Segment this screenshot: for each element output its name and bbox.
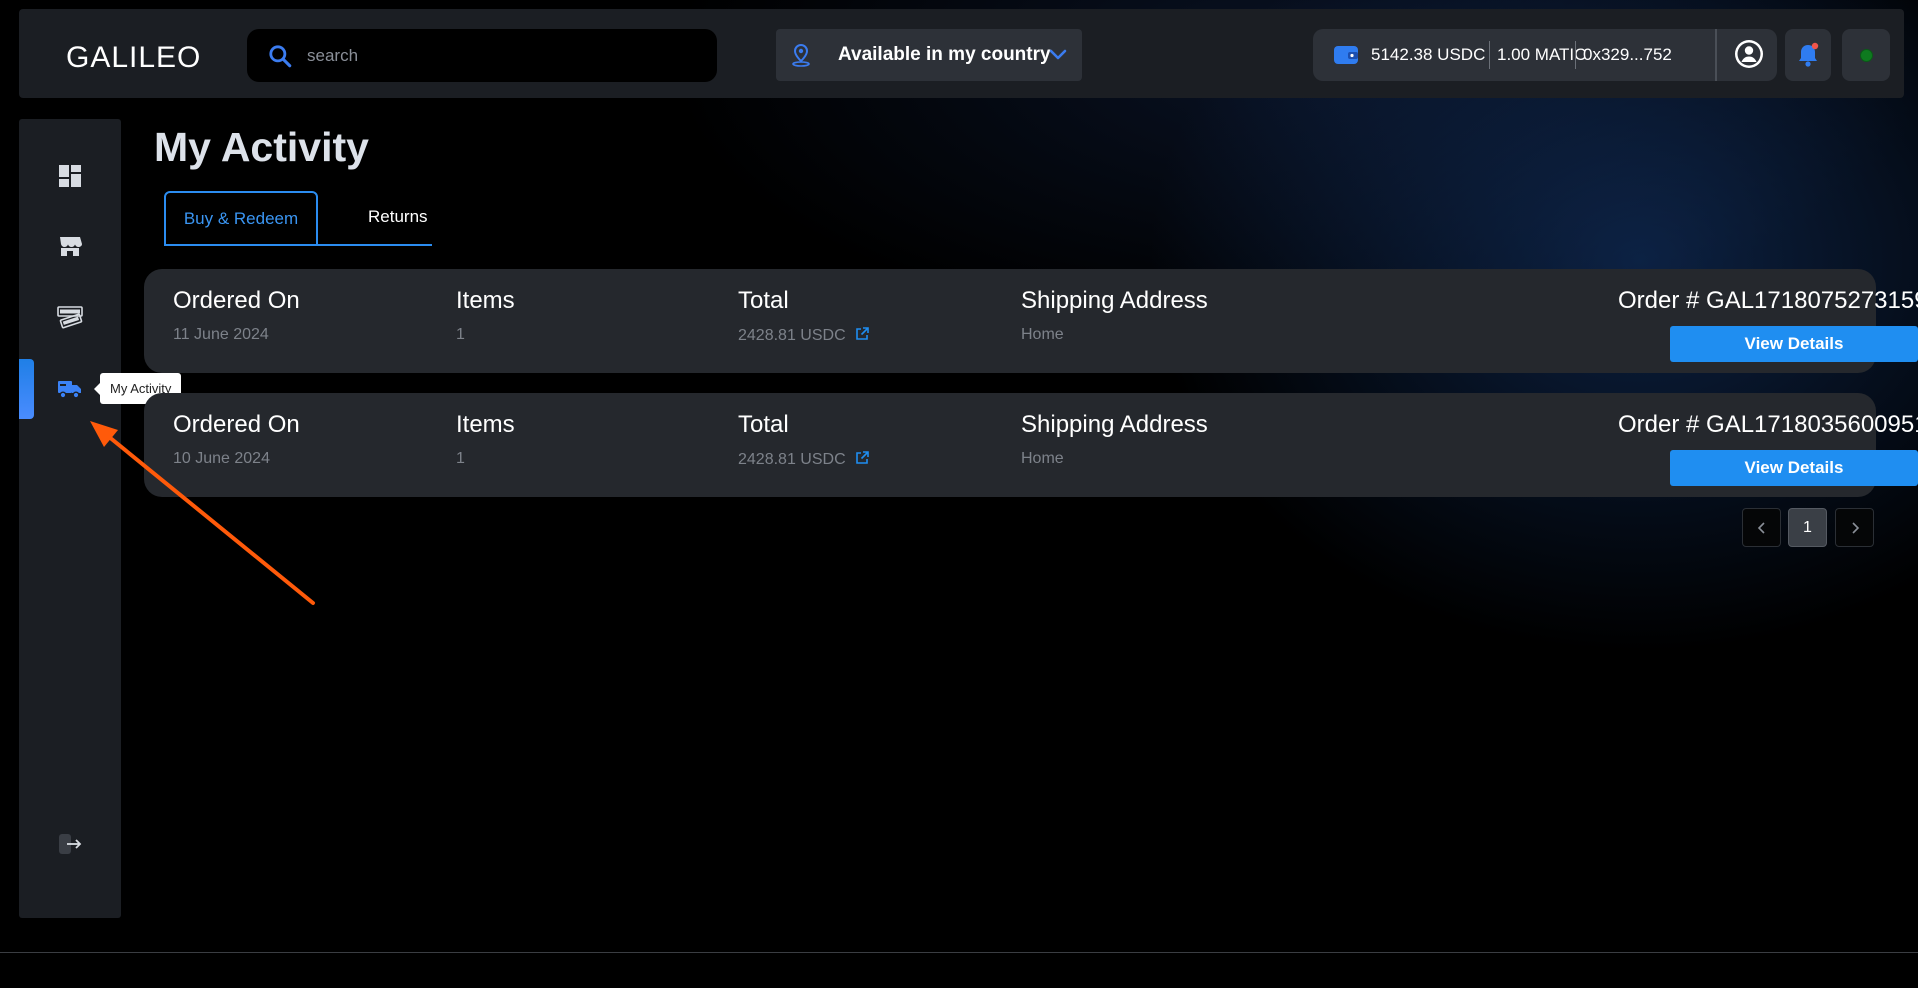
search-bar[interactable] bbox=[247, 29, 717, 82]
galileo-logo[interactable]: GALILEO bbox=[66, 41, 201, 75]
wallet-summary[interactable]: 5142.38 USDC 1.00 MATIC 0x329...752 bbox=[1313, 29, 1777, 81]
tab-returns[interactable]: Returns bbox=[368, 191, 432, 244]
shipping-header: Shipping Address bbox=[1021, 287, 1208, 314]
sidebar-item-coming-soon[interactable] bbox=[19, 287, 121, 347]
chevron-down-icon[interactable] bbox=[1048, 45, 1068, 65]
wallet-icon bbox=[1334, 46, 1358, 64]
ordered-on-value: 10 June 2024 bbox=[173, 450, 270, 467]
ordered-on-column: Ordered On 10 June 2024 bbox=[173, 411, 300, 468]
chevron-right-icon bbox=[1852, 522, 1860, 534]
pagination-next-button[interactable] bbox=[1835, 508, 1874, 547]
order-number: Order # GAL171803560095148 bbox=[1618, 411, 1918, 438]
total-amount: 2428.81 USDC bbox=[738, 327, 846, 344]
shipping-column: Shipping Address Home bbox=[1021, 411, 1208, 468]
tab-buy-redeem[interactable]: Buy & Redeem bbox=[164, 191, 318, 246]
ordered-on-value: 11 June 2024 bbox=[173, 326, 269, 343]
logout-icon bbox=[59, 834, 82, 854]
total-column: Total 2428.81 USDC bbox=[738, 411, 870, 469]
usdc-balance: 5142.38 USDC bbox=[1371, 45, 1486, 64]
external-link-icon[interactable] bbox=[854, 450, 870, 466]
shipping-value: Home bbox=[1021, 450, 1064, 467]
items-column: Items 1 bbox=[456, 411, 515, 468]
footer-divider bbox=[0, 952, 1918, 953]
search-input[interactable] bbox=[307, 41, 697, 71]
total-column: Total 2428.81 USDC bbox=[738, 287, 870, 345]
dashboard-icon bbox=[59, 165, 81, 187]
network-status-button[interactable] bbox=[1842, 29, 1890, 81]
store-icon bbox=[60, 237, 82, 256]
items-column: Items 1 bbox=[456, 287, 515, 344]
shipping-column: Shipping Address Home bbox=[1021, 287, 1208, 344]
total-value[interactable]: 2428.81 USDC bbox=[738, 450, 870, 469]
total-header: Total bbox=[738, 287, 789, 314]
activity-tabs: Buy & Redeem Returns bbox=[164, 191, 432, 246]
country-availability-dropdown[interactable]: Available in my country bbox=[776, 29, 1082, 81]
top-header: GALILEO Available in my country 5142.38 … bbox=[19, 9, 1904, 98]
bell-icon bbox=[1799, 42, 1819, 67]
sidebar-item-dashboard[interactable] bbox=[19, 147, 121, 207]
ordered-on-header: Ordered On bbox=[173, 287, 300, 314]
sidebar bbox=[19, 119, 121, 918]
search-icon bbox=[269, 45, 292, 68]
order-number-column: Order # GAL171807527315948 bbox=[1618, 287, 1918, 315]
total-amount: 2428.81 USDC bbox=[738, 451, 846, 468]
items-header: Items bbox=[456, 411, 515, 438]
order-number: Order # GAL171807527315948 bbox=[1618, 287, 1918, 314]
delivery-truck-icon bbox=[58, 381, 81, 399]
shipping-header: Shipping Address bbox=[1021, 411, 1208, 438]
user-avatar-icon[interactable] bbox=[1733, 38, 1765, 70]
status-indicator-icon bbox=[1860, 49, 1873, 62]
items-header: Items bbox=[456, 287, 515, 314]
page-title: My Activity bbox=[154, 124, 369, 170]
sidebar-item-marketplace[interactable] bbox=[19, 217, 121, 277]
notifications-button[interactable] bbox=[1785, 29, 1831, 81]
total-header: Total bbox=[738, 411, 789, 438]
order-number-column: Order # GAL171803560095148 bbox=[1618, 411, 1918, 439]
chevron-left-icon bbox=[1757, 522, 1765, 534]
ordered-on-header: Ordered On bbox=[173, 411, 300, 438]
pagination-prev-button[interactable] bbox=[1742, 508, 1781, 547]
items-value: 1 bbox=[456, 450, 465, 467]
order-card: Ordered On 11 June 2024 Items 1 Total 24… bbox=[144, 269, 1918, 373]
location-pin-icon bbox=[792, 43, 810, 67]
sidebar-item-logout[interactable] bbox=[19, 815, 121, 875]
items-value: 1 bbox=[456, 326, 465, 343]
matic-balance: 1.00 MATIC bbox=[1497, 45, 1587, 64]
shipping-value: Home bbox=[1021, 326, 1064, 343]
order-card: Ordered On 10 June 2024 Items 1 Total 24… bbox=[144, 393, 1918, 497]
coming-soon-icon bbox=[57, 306, 83, 329]
view-details-button[interactable]: View Details bbox=[1670, 326, 1918, 362]
wallet-address[interactable]: 0x329...752 bbox=[1583, 45, 1672, 65]
country-filter-label: Available in my country bbox=[838, 44, 1051, 65]
ordered-on-column: Ordered On 11 June 2024 bbox=[173, 287, 300, 344]
total-value[interactable]: 2428.81 USDC bbox=[738, 326, 870, 345]
view-details-button[interactable]: View Details bbox=[1670, 450, 1918, 486]
external-link-icon[interactable] bbox=[854, 326, 870, 342]
pagination-page-1[interactable]: 1 bbox=[1788, 508, 1827, 547]
